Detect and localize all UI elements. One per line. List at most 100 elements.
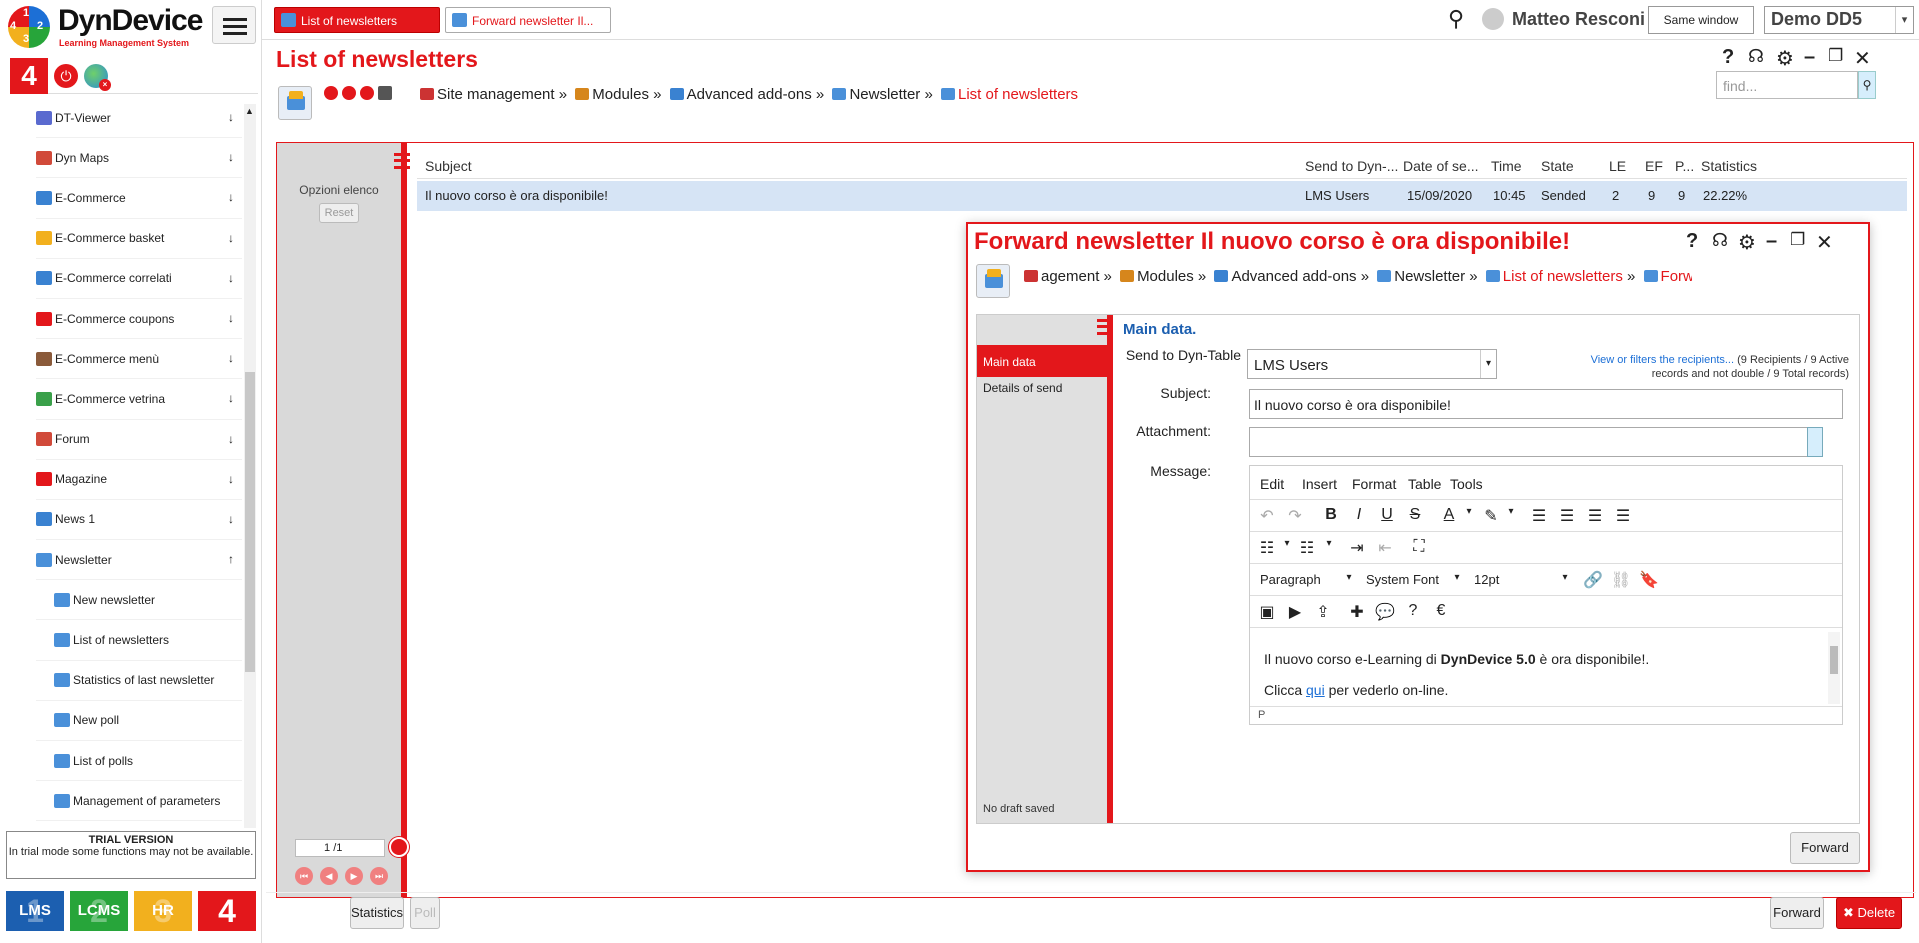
italic-icon[interactable]: I [1348, 506, 1370, 524]
expand-arrow-icon[interactable]: ↓ [228, 150, 234, 164]
sidebar-subitem[interactable]: Management of parameters [36, 781, 242, 822]
sidebar-item[interactable]: E-Commerce coupons ↓ [36, 299, 242, 340]
audio-icon[interactable] [342, 86, 356, 100]
help-icon[interactable]: ? [1722, 46, 1734, 69]
prev-page-icon[interactable]: ◀ [320, 867, 338, 885]
same-window-button[interactable]: Same window [1648, 6, 1754, 34]
send-to-select[interactable]: LMS Users ▾ [1247, 349, 1497, 379]
headset-icon[interactable]: ☊ [1712, 230, 1728, 251]
sidebar-subitem[interactable]: Statistics of last newsletter [36, 661, 242, 701]
forward-button[interactable]: Forward [1770, 897, 1824, 929]
sidebar-item[interactable]: E-Commerce basket ↓ [36, 219, 242, 259]
logo[interactable]: 12 34 DynDevice Learning Management Syst… [6, 4, 206, 48]
sidebar-item[interactable]: Newsletter ↑ [36, 540, 242, 581]
message-link[interactable]: qui [1306, 682, 1325, 698]
hamburger-menu-button[interactable] [212, 6, 256, 44]
sidebar-item[interactable]: E-Commerce ↓ [36, 178, 242, 219]
sidebar-subitem[interactable]: List of polls [36, 741, 242, 782]
sidebar-scrollbar[interactable]: ▲ [244, 104, 256, 828]
column-header[interactable]: Statistics [1701, 158, 1757, 174]
sidebar-item[interactable]: E-Commerce menù ↓ [36, 339, 242, 380]
column-header[interactable]: LE [1609, 158, 1626, 174]
breadcrumb-item[interactable]: agement [1041, 268, 1099, 285]
bullet-list-icon[interactable]: ☷ [1256, 538, 1278, 558]
list-icon[interactable] [360, 86, 374, 100]
link-icon[interactable]: 🔗 [1582, 570, 1604, 590]
view-recipients-link[interactable]: View or filters the recipients... [1591, 354, 1734, 366]
menu-insert[interactable]: Insert [1302, 476, 1337, 492]
justify-icon[interactable]: ☰ [1612, 506, 1634, 526]
chevron-down-icon[interactable]: ▾ [1318, 538, 1340, 549]
editor-scrollbar[interactable] [1828, 632, 1840, 704]
dialog-forward-button[interactable]: Forward [1790, 832, 1860, 864]
breadcrumb-item[interactable]: Newsletter [849, 86, 920, 103]
expand-arrow-icon[interactable]: ↓ [228, 311, 234, 325]
column-header[interactable]: Subject [425, 158, 472, 174]
strikethrough-icon[interactable]: S [1404, 506, 1426, 524]
sidebar-item[interactable]: Dyn Maps ↓ [36, 138, 242, 179]
highlight-icon[interactable]: ✎ [1480, 506, 1502, 526]
media-icon[interactable]: ▶ [1284, 602, 1306, 622]
close-icon[interactable]: ✕ [1816, 230, 1833, 255]
text-color-icon[interactable]: A [1438, 506, 1460, 524]
dyndevice-4-badge[interactable]: 4 [10, 58, 48, 94]
expand-arrow-icon[interactable]: ↓ [228, 110, 234, 124]
menu-icon[interactable] [1097, 319, 1113, 335]
breadcrumb-item[interactable]: Advanced add-ons [1231, 268, 1356, 285]
column-header[interactable]: EF [1645, 158, 1663, 174]
breadcrumb-item[interactable]: List of newsletters [1503, 268, 1623, 285]
bold-icon[interactable]: B [1320, 506, 1342, 524]
plugin-icon[interactable]: ✚ [1346, 602, 1368, 622]
power-icon[interactable]: ⏻ [54, 64, 78, 88]
search-icon[interactable]: ⚲ [1858, 71, 1876, 99]
bookmark-icon[interactable]: 🔖 [1638, 570, 1660, 590]
sidebar-item[interactable]: Forum ↓ [36, 420, 242, 460]
breadcrumb-item[interactable]: Modules [592, 86, 649, 103]
search-icon[interactable]: ⚲ [1448, 6, 1464, 32]
sidebar-subitem[interactable]: New poll [36, 701, 242, 741]
chevron-down-icon[interactable]: ▾ [1446, 572, 1468, 583]
minimize-icon[interactable]: – [1804, 46, 1815, 69]
chevron-down-icon[interactable]: ▾ [1458, 506, 1480, 517]
attach-file-icon[interactable] [1807, 427, 1823, 457]
minimize-icon[interactable]: – [1766, 230, 1777, 253]
reset-button[interactable]: Reset [319, 203, 359, 223]
module-button[interactable]: 4 [198, 891, 256, 931]
font-size-select[interactable]: 12pt [1474, 572, 1499, 587]
expand-arrow-icon[interactable]: ↓ [228, 512, 234, 526]
first-page-icon[interactable]: ⏮ [295, 867, 313, 885]
attachment-field[interactable] [1249, 427, 1809, 457]
undo-icon[interactable]: ↶ [1256, 506, 1278, 526]
menu-format[interactable]: Format [1352, 476, 1396, 492]
go-page-button[interactable] [389, 837, 409, 857]
gear-icon[interactable]: ⚙ [1738, 230, 1756, 255]
demo-select[interactable]: Demo DD5 ▾ [1764, 6, 1914, 34]
sidebar-item[interactable]: Magazine ↓ [36, 460, 242, 500]
column-header[interactable]: State [1541, 158, 1574, 174]
chevron-down-icon[interactable]: ▾ [1338, 572, 1360, 583]
align-right-icon[interactable]: ☰ [1584, 506, 1606, 526]
breadcrumb-item[interactable]: Advanced add-ons [687, 86, 812, 103]
window-tab-forward-newsletter[interactable]: Forward newsletter Il... [445, 7, 611, 33]
image-icon[interactable]: ▣ [1256, 602, 1278, 622]
align-center-icon[interactable]: ☰ [1556, 506, 1578, 526]
expand-arrow-icon[interactable]: ↓ [228, 351, 234, 365]
chevron-down-icon[interactable]: ▾ [1554, 572, 1576, 583]
statistics-button[interactable]: Statistics [350, 897, 404, 929]
find-input[interactable]: find... [1716, 71, 1858, 99]
euro-icon[interactable]: € [1430, 602, 1452, 620]
module-button[interactable]: 3 HR [134, 891, 192, 931]
indent-icon[interactable]: ⇥ [1346, 538, 1368, 558]
outdent-icon[interactable]: ⇤ [1374, 538, 1396, 558]
poll-button[interactable]: Poll [410, 897, 440, 929]
gear-icon[interactable]: ⚙ [1776, 46, 1794, 71]
next-page-icon[interactable]: ▶ [345, 867, 363, 885]
collapse-arrow-icon[interactable]: ↑ [228, 552, 234, 566]
underline-icon[interactable]: U [1376, 506, 1398, 524]
dialog-title[interactable]: Forward newsletter Il nuovo corso è ora … [974, 228, 1570, 256]
last-page-icon[interactable]: ⏭ [370, 867, 388, 885]
block-format-select[interactable]: Paragraph [1260, 572, 1321, 587]
expand-arrow-icon[interactable]: ↓ [228, 190, 234, 204]
column-header[interactable]: Date of se... [1403, 158, 1478, 174]
breadcrumb-item[interactable]: Newsletter [1394, 268, 1465, 285]
